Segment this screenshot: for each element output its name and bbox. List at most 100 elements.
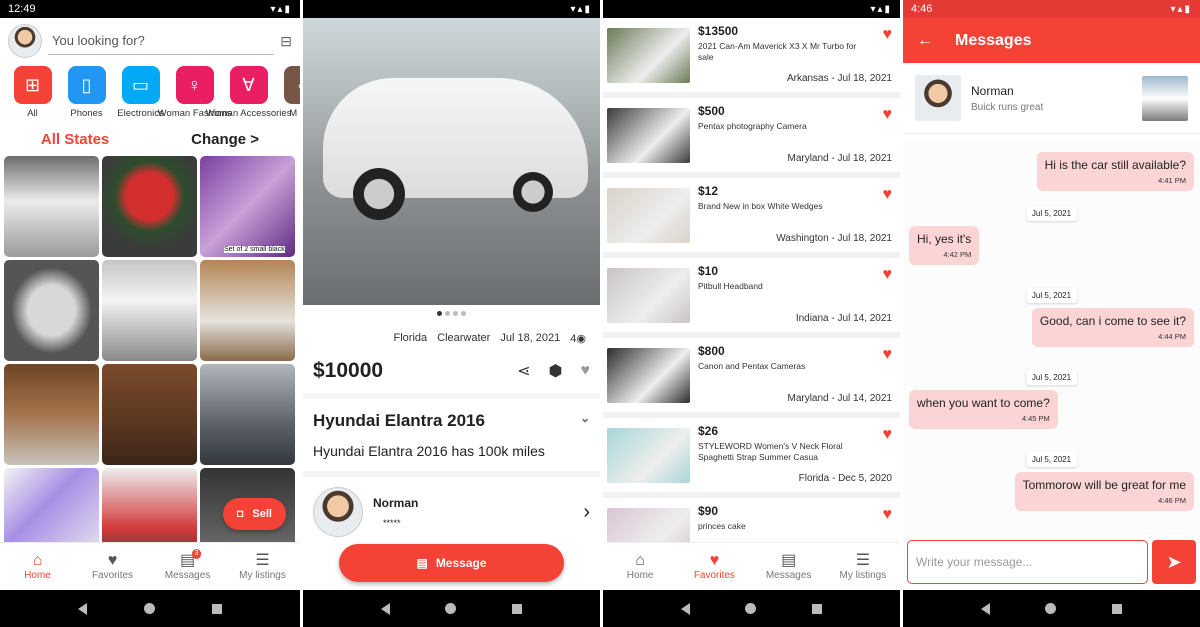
message-input[interactable]: Write your message... <box>907 540 1148 584</box>
tab-favorites-label: Favorites <box>693 570 735 581</box>
android-nav-bar <box>603 590 900 627</box>
recents-icon[interactable] <box>211 603 222 614</box>
message-time: 4:45 PM <box>1021 414 1050 423</box>
contact-avatar <box>915 75 961 121</box>
home-circle-icon[interactable] <box>143 603 155 614</box>
status-bar: 4:46 ▾▴▮ <box>903 0 1200 18</box>
chevron-down-icon[interactable]: ⌄ <box>580 411 590 431</box>
car-image <box>323 78 588 220</box>
grid-icon: ⊞ <box>13 66 52 104</box>
date-chip: Jul 5, 2021 <box>1025 370 1078 385</box>
list-item[interactable]: $12 Brand New in box White Wedges Washingt… <box>603 178 900 258</box>
chat-contact-header[interactable]: Norman Buick runs great <box>903 63 1200 134</box>
back-arrow-icon[interactable]: ← <box>917 32 933 50</box>
message-text: Hi, yes it's <box>917 232 972 246</box>
pager-dot <box>453 311 458 316</box>
home-circle-icon[interactable] <box>745 603 757 614</box>
share-icon[interactable]: ⋖ <box>517 361 530 381</box>
message-time: 4:42 PM <box>943 250 972 259</box>
favorite-heart-icon[interactable]: ♥ <box>883 426 893 444</box>
category-1[interactable]: ▯ Phones <box>64 66 109 119</box>
category-label: All <box>27 108 38 119</box>
listing-thumbnail[interactable] <box>1142 75 1188 121</box>
message-button[interactable]: ▤ Message <box>339 544 564 582</box>
send-button[interactable]: ➤ <box>1152 540 1196 584</box>
tab-listings-label: My listings <box>239 570 286 581</box>
grid-item-bra[interactable] <box>4 260 99 361</box>
necklace-icon: ∀ <box>229 66 268 104</box>
man-icon: ♂ <box>283 66 300 104</box>
tab-my-listings[interactable]: ☰ My listings <box>826 543 900 590</box>
grid-item-chair[interactable] <box>200 260 295 361</box>
recents-icon[interactable] <box>812 603 823 614</box>
grid-item-flowers[interactable] <box>102 156 197 257</box>
listing-photo[interactable] <box>303 18 600 305</box>
recents-icon[interactable] <box>512 603 523 614</box>
back-icon[interactable] <box>980 602 990 615</box>
sell-button[interactable]: ◘ Sell <box>222 498 286 530</box>
list-item[interactable]: $800 Canon and Pentax Cameras Maryland - J… <box>603 338 900 418</box>
tab-listings-label: My listings <box>839 570 887 581</box>
tab-messages[interactable]: ▤ 3 Messages <box>150 543 225 590</box>
status-bar: ▾▴▮ <box>603 0 900 18</box>
back-icon[interactable] <box>78 602 88 615</box>
category-4[interactable]: ∀ Woman Accessories <box>206 66 291 119</box>
tab-messages[interactable]: ▤ Messages <box>752 543 826 590</box>
tab-favorites[interactable]: ♥ Favorites <box>75 543 150 590</box>
grid-item-purple-box[interactable]: Set of 2 small black <box>200 156 295 257</box>
grid-item-wedges[interactable] <box>102 260 197 361</box>
category-label: M Fas <box>289 108 300 119</box>
back-icon[interactable] <box>680 602 690 615</box>
bottom-tab-bar: ⌂ Home ♥ Favorites ▤ Messages ☰ My listings <box>603 542 900 590</box>
category-2[interactable]: ▭ Electronics <box>117 66 164 119</box>
recents-icon[interactable] <box>1112 603 1123 614</box>
home-circle-icon[interactable] <box>1045 603 1057 614</box>
list-item[interactable]: $10 Pitbull Headband Indiana - Jul 14, 202… <box>603 258 900 338</box>
tab-favorites[interactable]: ♥ Favorites <box>677 543 751 590</box>
favorite-heart-icon[interactable]: ♥ <box>883 346 893 364</box>
favorites-screen: ▾▴▮ $13500 2021 Can-Am Maverick X3 X Mr T… <box>600 0 900 627</box>
chevron-right-icon[interactable]: › <box>583 501 590 524</box>
favorite-heart-icon[interactable]: ♥ <box>883 506 893 524</box>
back-icon[interactable] <box>380 602 390 615</box>
grid-item-car[interactable] <box>4 156 99 257</box>
report-icon[interactable]: ⬢ <box>549 361 563 381</box>
grid-item-rolltop[interactable] <box>102 364 197 465</box>
grid-item-car-interior[interactable] <box>200 364 295 465</box>
outgoing-message: Good, can i come to see it? 4:44 PM <box>1031 308 1194 347</box>
briefcase-icon[interactable]: ⊟ <box>280 33 292 50</box>
list-item[interactable]: $500 Pentax photography Camera Maryland - … <box>603 98 900 178</box>
search-input[interactable]: You looking for? <box>48 27 275 55</box>
favorite-heart-icon[interactable]: ♥ <box>883 26 893 44</box>
listing-city: Clearwater <box>437 332 491 344</box>
contact-subtitle: Buick runs great <box>971 101 1044 113</box>
android-nav-bar <box>903 590 1200 627</box>
list-item[interactable]: $13500 2021 Can-Am Maverick X3 X Mr Turbo… <box>603 18 900 98</box>
category-0[interactable]: ⊞ All <box>10 66 55 119</box>
avatar[interactable] <box>8 24 42 58</box>
pager-dot <box>437 311 442 316</box>
android-nav-bar <box>303 590 600 627</box>
change-state-button[interactable]: Change > <box>191 131 259 148</box>
tab-home[interactable]: ⌂ Home <box>603 543 677 590</box>
date-chip: Jul 5, 2021 <box>1025 288 1078 303</box>
outgoing-message: Tommorow will be great for me 4:46 PM <box>1014 472 1194 511</box>
seller-card[interactable]: Norman ***** › <box>303 477 600 547</box>
listing-location: Florida - Dec 5, 2020 <box>798 473 892 484</box>
list-item[interactable]: $26 STYLEWORD Women's V Neck Floral Spagh… <box>603 418 900 498</box>
grid-item-desk[interactable] <box>4 364 99 465</box>
bottom-tab-bar: ⌂ Home ♥ Favorites ▤ 3 Messages ☰ My listings <box>0 542 300 590</box>
favorite-heart-icon[interactable]: ♥ <box>883 186 893 204</box>
home-circle-icon[interactable] <box>445 603 457 614</box>
wheel-rear <box>513 172 553 212</box>
contact-name: Norman <box>971 83 1014 98</box>
photo-pager[interactable] <box>303 305 600 322</box>
seller-name: Norman <box>373 496 419 510</box>
tab-my-listings[interactable]: ☰ My listings <box>225 543 300 590</box>
tab-home-label: Home <box>626 570 654 581</box>
favorite-heart-icon[interactable]: ♥ <box>581 362 591 380</box>
favorite-heart-icon[interactable]: ♥ <box>883 106 893 124</box>
favorite-heart-icon[interactable]: ♥ <box>883 266 893 284</box>
tab-home[interactable]: ⌂ Home <box>0 543 75 590</box>
category-5[interactable]: ♂ M Fas <box>280 66 300 119</box>
